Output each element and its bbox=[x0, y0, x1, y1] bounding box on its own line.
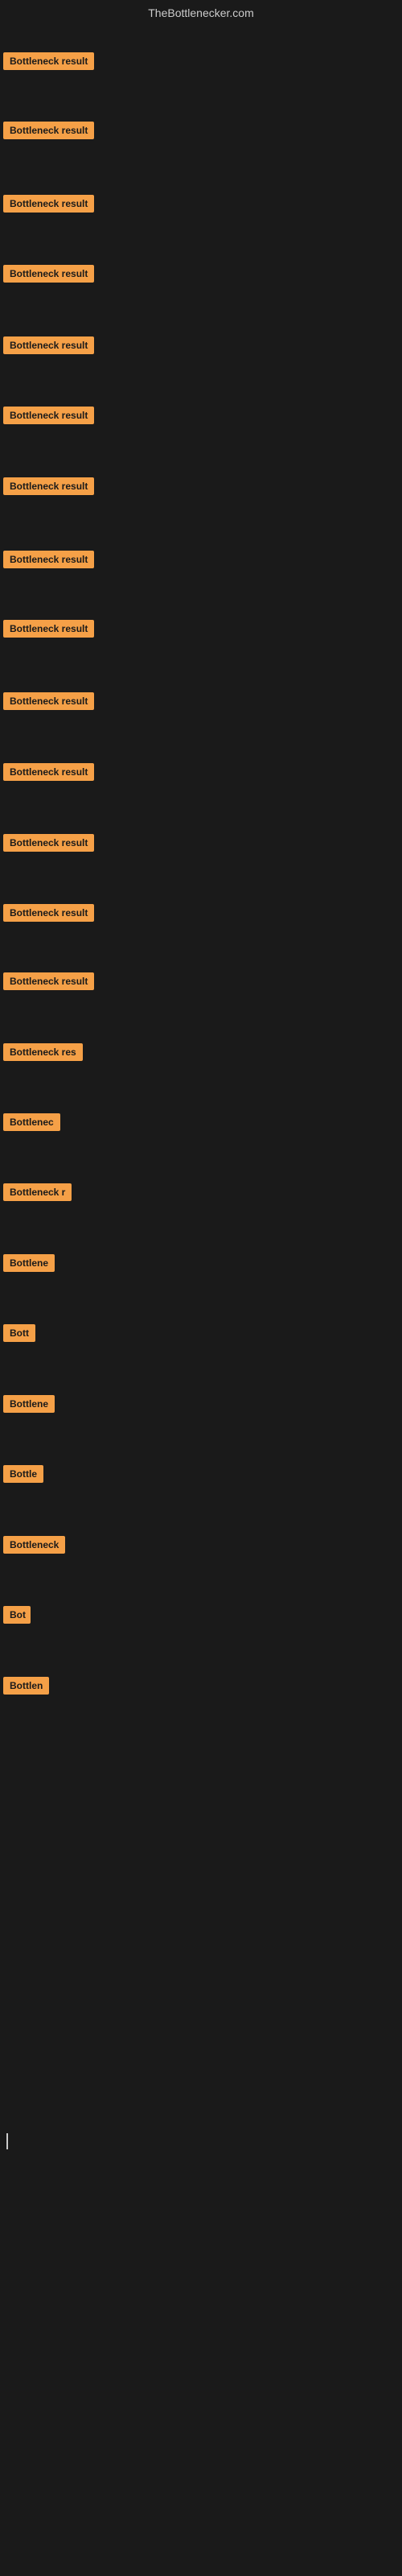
bottleneck-result-badge-6[interactable]: Bottleneck result bbox=[3, 407, 94, 424]
bottleneck-result-badge-13[interactable]: Bottleneck result bbox=[3, 904, 94, 922]
bottleneck-result-badge-12[interactable]: Bottleneck result bbox=[3, 834, 94, 852]
bottleneck-result-badge-5[interactable]: Bottleneck result bbox=[3, 336, 94, 354]
bottleneck-result-badge-3[interactable]: Bottleneck result bbox=[3, 195, 94, 213]
bottleneck-result-badge-17[interactable]: Bottleneck r bbox=[3, 1183, 72, 1201]
bottleneck-result-badge-2[interactable]: Bottleneck result bbox=[3, 122, 94, 139]
bottleneck-result-badge-16[interactable]: Bottlenec bbox=[3, 1113, 60, 1131]
bottleneck-result-badge-21[interactable]: Bottle bbox=[3, 1465, 43, 1483]
bottleneck-result-badge-20[interactable]: Bottlene bbox=[3, 1395, 55, 1413]
bottleneck-result-badge-24[interactable]: Bottlen bbox=[3, 1677, 49, 1695]
bottleneck-result-badge-1[interactable]: Bottleneck result bbox=[3, 52, 94, 70]
bottleneck-result-badge-7[interactable]: Bottleneck result bbox=[3, 477, 94, 495]
bottleneck-result-badge-23[interactable]: Bot bbox=[3, 1606, 31, 1624]
bottleneck-result-badge-19[interactable]: Bott bbox=[3, 1324, 35, 1342]
bottleneck-result-badge-8[interactable]: Bottleneck result bbox=[3, 551, 94, 568]
bottleneck-result-badge-11[interactable]: Bottleneck result bbox=[3, 763, 94, 781]
bottleneck-result-badge-18[interactable]: Bottlene bbox=[3, 1254, 55, 1272]
results-container: Bottleneck result Bottleneck result Bottle… bbox=[0, 23, 402, 2438]
site-title: TheBottlenecker.com bbox=[148, 6, 254, 19]
site-header: TheBottlenecker.com bbox=[0, 0, 402, 23]
bottleneck-result-badge-22[interactable]: Bottleneck bbox=[3, 1536, 65, 1554]
bottleneck-result-badge-4[interactable]: Bottleneck result bbox=[3, 265, 94, 283]
bottleneck-result-badge-10[interactable]: Bottleneck result bbox=[3, 692, 94, 710]
page-wrapper: TheBottlenecker.com Bottleneck resultBot… bbox=[0, 0, 402, 2576]
bottleneck-result-badge-9[interactable]: Bottleneck result bbox=[3, 620, 94, 638]
bottleneck-result-badge-14[interactable]: Bottleneck result bbox=[3, 972, 94, 990]
cursor-indicator bbox=[6, 2133, 8, 2149]
bottleneck-result-badge-15[interactable]: Bottleneck res bbox=[3, 1043, 83, 1061]
